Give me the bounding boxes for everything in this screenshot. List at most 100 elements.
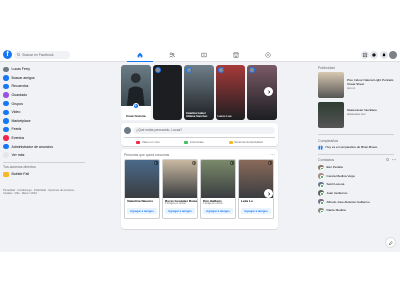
story-caption: Lacos Luu bbox=[217, 113, 232, 118]
stories-next-button[interactable] bbox=[264, 87, 273, 96]
sidebar-item-ads-manager[interactable]: Administrador de anuncios bbox=[0, 142, 88, 151]
story-avatar bbox=[217, 67, 224, 73]
close-icon[interactable]: × bbox=[191, 161, 196, 165]
notifications-button[interactable] bbox=[379, 50, 388, 59]
plus-icon: + bbox=[132, 102, 139, 109]
more-options-button[interactable]: ··· bbox=[270, 152, 275, 158]
add-friend-button[interactable]: Agregar a amigos bbox=[203, 207, 233, 214]
contact-name: Seiril Lucena bbox=[326, 182, 345, 187]
search-input[interactable]: Buscar en Facebook bbox=[14, 50, 70, 59]
story-card[interactable]: Catalina Isabel Aldana Sanchez bbox=[184, 65, 214, 120]
action-label: Foto/video bbox=[189, 140, 204, 145]
contact-item[interactable]: Dante Medina bbox=[316, 206, 396, 215]
contact-avatar bbox=[318, 164, 324, 171]
sidebar-item-label: Eventos bbox=[11, 136, 25, 141]
sidebar-item-feeds[interactable]: Feeds bbox=[0, 125, 88, 134]
sidebar-item-events[interactable]: Eventos bbox=[0, 134, 88, 143]
footer-links[interactable]: Privacidad · Condiciones · Publicidad · … bbox=[0, 189, 78, 195]
stories-tray: + Crear historia Catalina Isabel Aldana … bbox=[121, 65, 278, 120]
ad-title: Pixo Indoor Natural Light Portraits Chea… bbox=[347, 78, 394, 86]
pymk-cards: × Valentina Navarro Agregar a amigos × Rocio… bbox=[124, 158, 275, 219]
shortcut-item[interactable]: Bubble Fall bbox=[0, 170, 88, 179]
sidebar-item-label: Video bbox=[11, 110, 21, 115]
search-icon[interactable] bbox=[385, 158, 390, 162]
composer-action-button[interactable]: Video en vivo bbox=[136, 140, 160, 145]
facebook-home-screen: f Buscar en Facebook Lucas Ferry Buscar … bbox=[0, 48, 400, 252]
add-friend-button[interactable]: Agregar a amigos bbox=[165, 207, 195, 214]
person-photo: × bbox=[125, 159, 159, 198]
story-list: Catalina Isabel Aldana Sanchez Lacos Luu bbox=[152, 65, 277, 120]
tab-friends[interactable] bbox=[156, 48, 188, 62]
sidebar-item-chevron-down[interactable]: Ver más bbox=[0, 151, 88, 160]
messenger-button[interactable] bbox=[370, 50, 378, 59]
composer-action-button[interactable]: Foto/video bbox=[184, 140, 204, 144]
add-friend-button[interactable]: Agregar a amigos bbox=[241, 207, 271, 214]
sponsored-ad[interactable]: Pixo Indoor Natural Light Portraits Chea… bbox=[316, 71, 396, 101]
search-icon bbox=[17, 52, 21, 57]
person-card[interactable]: × Rocio González Rojas 2 amigos en común Ag… bbox=[162, 158, 198, 219]
sidebar-item-marketplace[interactable]: Marketplace bbox=[0, 117, 88, 126]
close-icon[interactable]: × bbox=[229, 161, 234, 165]
new-message-button[interactable] bbox=[386, 238, 395, 247]
tab-gaming[interactable] bbox=[252, 48, 284, 62]
contact-item[interactable]: Alfredo Jose Alcantar Guillermo bbox=[316, 197, 396, 206]
sponsored-ad[interactable]: Skatecaster Necklace skatecaster.com bbox=[316, 101, 396, 131]
profile-photo-silhouette bbox=[126, 73, 145, 106]
gaming-icon bbox=[265, 52, 271, 58]
sidebar-item-label: Guardado bbox=[11, 93, 28, 98]
right-divider bbox=[318, 134, 394, 135]
story-card[interactable]: Lacos Luu bbox=[215, 65, 245, 120]
birthday-item[interactable]: Hoy es el cumpleaños de Brian Bravo. bbox=[316, 144, 396, 151]
game-icon bbox=[3, 171, 9, 178]
composer-action-button[interactable]: Sentimiento/actividad bbox=[228, 140, 263, 144]
contact-item[interactable]: Eler Peralta bbox=[316, 163, 396, 172]
more-icon[interactable] bbox=[392, 158, 396, 162]
tab-watch[interactable] bbox=[188, 48, 220, 62]
person-card[interactable]: × Valentina Navarro Agregar a amigos bbox=[124, 158, 160, 219]
menu-button[interactable] bbox=[360, 50, 369, 59]
action-label: Video en vivo bbox=[141, 140, 160, 145]
tab-home[interactable] bbox=[124, 48, 156, 62]
account-avatar-button[interactable] bbox=[389, 50, 397, 59]
story-card[interactable] bbox=[152, 65, 182, 120]
close-icon[interactable]: × bbox=[267, 161, 272, 165]
person-card[interactable]: × Kim Haillaris 1 amigo en común Agregar a … bbox=[200, 158, 236, 219]
contact-item[interactable]: Juan Guillermo bbox=[316, 189, 396, 198]
pymk-next-button[interactable] bbox=[264, 189, 273, 198]
story-avatar bbox=[249, 67, 255, 73]
contact-name: Juan Guillermo bbox=[326, 191, 348, 196]
ads-manager-icon bbox=[3, 143, 9, 150]
story-avatar bbox=[186, 67, 192, 73]
shortcuts-list: Bubble Fall bbox=[0, 170, 88, 179]
sidebar-item-memories[interactable]: Recuerdos bbox=[0, 82, 88, 91]
sidebar-item-video[interactable]: Video bbox=[0, 108, 88, 117]
menu-grid-icon bbox=[362, 52, 367, 57]
chevron-right-icon bbox=[267, 89, 270, 94]
sidebar-item-label: Buscar amigos bbox=[11, 75, 35, 80]
person-photo: × bbox=[163, 159, 197, 198]
contacts-list: Eler Peralta Cerela Medina Vega Seiril Luc… bbox=[316, 163, 396, 215]
chevron-down-icon bbox=[3, 152, 9, 158]
sidebar-item-friends[interactable]: Buscar amigos bbox=[0, 74, 88, 83]
contact-item[interactable]: Seiril Lucena bbox=[316, 180, 396, 189]
contact-avatar bbox=[318, 198, 324, 205]
groups-icon bbox=[3, 100, 9, 107]
sidebar-item-groups[interactable]: Grupos bbox=[0, 99, 88, 108]
facebook-logo[interactable]: f bbox=[3, 50, 12, 59]
tab-marketplace[interactable] bbox=[220, 48, 252, 62]
ad-url: skatecaster.com bbox=[347, 112, 366, 116]
sidebar-item-profile[interactable]: Lucas Ferry bbox=[0, 65, 88, 74]
person-name: Rocio González Rojas bbox=[165, 198, 197, 202]
profile-avatar bbox=[3, 66, 9, 73]
ad-image bbox=[318, 72, 344, 98]
shortcut-label: Bubble Fall bbox=[11, 172, 30, 177]
close-icon[interactable]: × bbox=[153, 161, 158, 165]
right-divider bbox=[318, 153, 394, 154]
add-friend-button[interactable]: Agregar a amigos bbox=[127, 207, 157, 214]
composer-input[interactable]: ¿Qué estás pensando, Lucas? bbox=[133, 126, 275, 134]
sidebar-item-saved[interactable]: Guardado bbox=[0, 91, 88, 100]
contact-item[interactable]: Cerela Medina Vega bbox=[316, 172, 396, 181]
create-story-card[interactable]: + Crear historia bbox=[121, 65, 151, 120]
mutual-friends bbox=[239, 202, 273, 206]
contact-name: Dante Medina bbox=[326, 208, 346, 213]
